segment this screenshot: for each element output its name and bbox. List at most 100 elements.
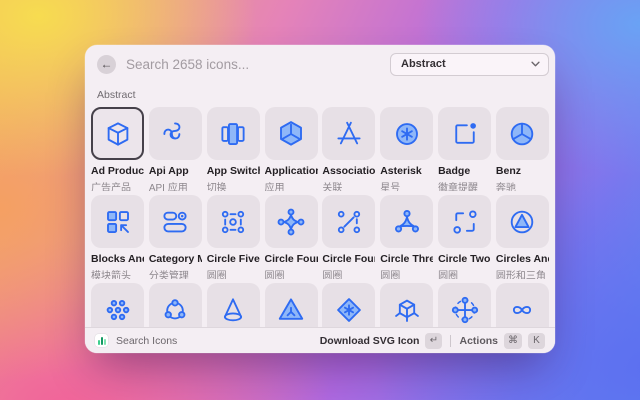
icon-sublabel: 圆形和三角 [495, 271, 546, 279]
icon-sublabel: 圆圈 [322, 271, 343, 279]
infinity-icon[interactable] [495, 283, 549, 327]
badge-icon[interactable] [438, 107, 492, 160]
circle-five-line-icon[interactable] [206, 195, 260, 248]
icon-sublabel: API 应用 [148, 183, 188, 191]
icon-label: Circle Four... [322, 253, 375, 265]
icon-grid-item-cube-3d[interactable] [380, 283, 434, 327]
icon-label: Application... [264, 165, 318, 177]
icon-sublabel: 圆圈 [380, 271, 401, 279]
icon-sublabel: 星号 [380, 183, 401, 191]
icon-grid-item-benz[interactable]: Benz 奔驰 [495, 107, 549, 191]
footer-divider [450, 334, 452, 347]
blocks-and-arrows-icon[interactable] [91, 195, 144, 248]
circle-three-icon[interactable] [380, 195, 434, 248]
icon-grid-item-app-switch[interactable]: App Switch 切换 [206, 107, 260, 191]
icon-grid: Ad Product 广告产品 Api App API 应用 App Switch 切换 A… [85, 107, 555, 327]
desktop-background: ← Abstract Abstract Ad Product 广告产品 Api Ap… [0, 0, 640, 400]
footer-bar: Search Icons Download SVG Icon ↵ Actions… [85, 327, 555, 353]
circle-four-line-icon[interactable] [322, 195, 376, 248]
icon-sublabel: 分类管理 [148, 271, 189, 279]
search-header: ← Abstract [85, 45, 555, 83]
icon-label: Association [322, 165, 376, 177]
circles-and-triangle-icon[interactable] [495, 195, 549, 248]
icon-label: Api App [148, 165, 189, 177]
icon-grid-item-circle-two-line[interactable]: Circle Two L... 圆圈 [438, 195, 492, 279]
iconpark-logo-icon [95, 334, 108, 347]
icon-grid-item-cross-nodes[interactable] [438, 283, 492, 327]
icon-grid-item-application[interactable]: Application... 应用 [264, 107, 318, 191]
app-switch-icon[interactable] [206, 107, 260, 160]
icon-label: Circle Three [380, 253, 434, 265]
icon-label: App Switch [206, 165, 260, 177]
icon-label: Circle Five L... [206, 253, 260, 265]
results-area: Abstract Ad Product 广告产品 Api App API 应用 App … [85, 83, 555, 327]
section-title: Abstract [97, 89, 136, 101]
icon-grid-item-ad-product[interactable]: Ad Product 广告产品 [91, 107, 144, 191]
icon-grid-item-infinity[interactable] [495, 283, 549, 327]
category-management-icon[interactable] [148, 195, 202, 248]
icon-label: Badge [438, 165, 471, 177]
api-app-icon[interactable] [148, 107, 202, 160]
icon-grid-item-circle-four[interactable]: Circle Four 圆圈 [264, 195, 318, 279]
icon-label: Ad Product [91, 165, 144, 177]
icon-label: Benz [495, 165, 521, 177]
category-dropdown[interactable]: Abstract [390, 52, 549, 76]
command-key-badge: ⌘ [504, 332, 522, 349]
ring-nodes-icon[interactable] [148, 283, 202, 327]
cross-nodes-icon[interactable] [438, 283, 492, 327]
icon-label: Circles And... [495, 253, 549, 265]
icon-search-window: ← Abstract Abstract Ad Product 广告产品 Api Ap… [85, 45, 555, 353]
icon-grid-item-asterisk[interactable]: Asterisk 星号 [380, 107, 434, 191]
icon-grid-item-dots-cluster[interactable] [91, 283, 144, 327]
icon-grid-item-blocks-and-arrows[interactable]: Blocks And... 模块箭头 [91, 195, 144, 279]
cube-3d-icon[interactable] [380, 283, 434, 327]
benz-icon[interactable] [495, 107, 549, 160]
category-dropdown-value: Abstract [401, 58, 446, 70]
search-input[interactable] [126, 56, 390, 72]
triangle-y-icon[interactable] [264, 283, 318, 327]
icon-grid-item-circle-four-line[interactable]: Circle Four... 圆圈 [322, 195, 376, 279]
association-icon[interactable] [322, 107, 376, 160]
icon-label: Blocks And... [91, 253, 144, 265]
icon-grid-item-circle-five-line[interactable]: Circle Five L... 圆圈 [206, 195, 260, 279]
icon-sublabel: 徽章提醒 [438, 183, 479, 191]
k-key-badge: K [528, 332, 545, 349]
icon-label: Category M... [148, 253, 202, 265]
chevron-down-icon [531, 61, 540, 67]
icon-sublabel: 圆圈 [438, 271, 459, 279]
circle-two-line-icon[interactable] [438, 195, 492, 248]
dots-cluster-icon[interactable] [91, 283, 144, 327]
icon-sublabel: 应用 [264, 183, 285, 191]
icon-sublabel: 圆圈 [206, 271, 227, 279]
icon-sublabel: 奔驰 [495, 183, 516, 191]
icon-sublabel: 模块箭头 [91, 271, 131, 279]
download-svg-action[interactable]: Download SVG Icon [320, 335, 420, 347]
asterisk-icon[interactable] [380, 107, 434, 160]
icon-grid-item-ring-nodes[interactable] [148, 283, 202, 327]
actions-button[interactable]: Actions [459, 335, 498, 347]
diamond-asterisk-icon[interactable] [322, 283, 376, 327]
icon-sublabel: 切换 [206, 183, 227, 191]
icon-grid-item-circles-and-triangle[interactable]: Circles And... 圆形和三角 [495, 195, 549, 279]
icon-label: Circle Two L... [438, 253, 491, 265]
icon-grid-item-triangle-y[interactable] [264, 283, 318, 327]
icon-grid-item-association[interactable]: Association 关联 [322, 107, 376, 191]
icon-grid-item-category-management[interactable]: Category M... 分类管理 [148, 195, 202, 279]
ad-product-icon[interactable] [91, 107, 144, 160]
icon-grid-item-circle-three[interactable]: Circle Three 圆圈 [380, 195, 434, 279]
arrow-left-icon: ← [100, 57, 113, 71]
circle-four-icon[interactable] [264, 195, 318, 248]
icon-grid-item-cone[interactable] [206, 283, 260, 327]
icon-grid-item-diamond-asterisk[interactable] [322, 283, 376, 327]
footer-app-name: Search Icons [116, 334, 178, 347]
back-button[interactable]: ← [97, 54, 116, 74]
cone-icon[interactable] [206, 283, 260, 327]
icon-grid-item-api-app[interactable]: Api App API 应用 [148, 107, 202, 191]
icon-sublabel: 圆圈 [264, 271, 285, 279]
icon-grid-item-badge[interactable]: Badge 徽章提醒 [438, 107, 492, 191]
icon-label: Circle Four [264, 253, 318, 265]
application-icon[interactable] [264, 107, 318, 160]
icon-label: Asterisk [380, 165, 422, 177]
icon-sublabel: 广告产品 [91, 183, 131, 191]
icon-sublabel: 关联 [322, 183, 343, 191]
